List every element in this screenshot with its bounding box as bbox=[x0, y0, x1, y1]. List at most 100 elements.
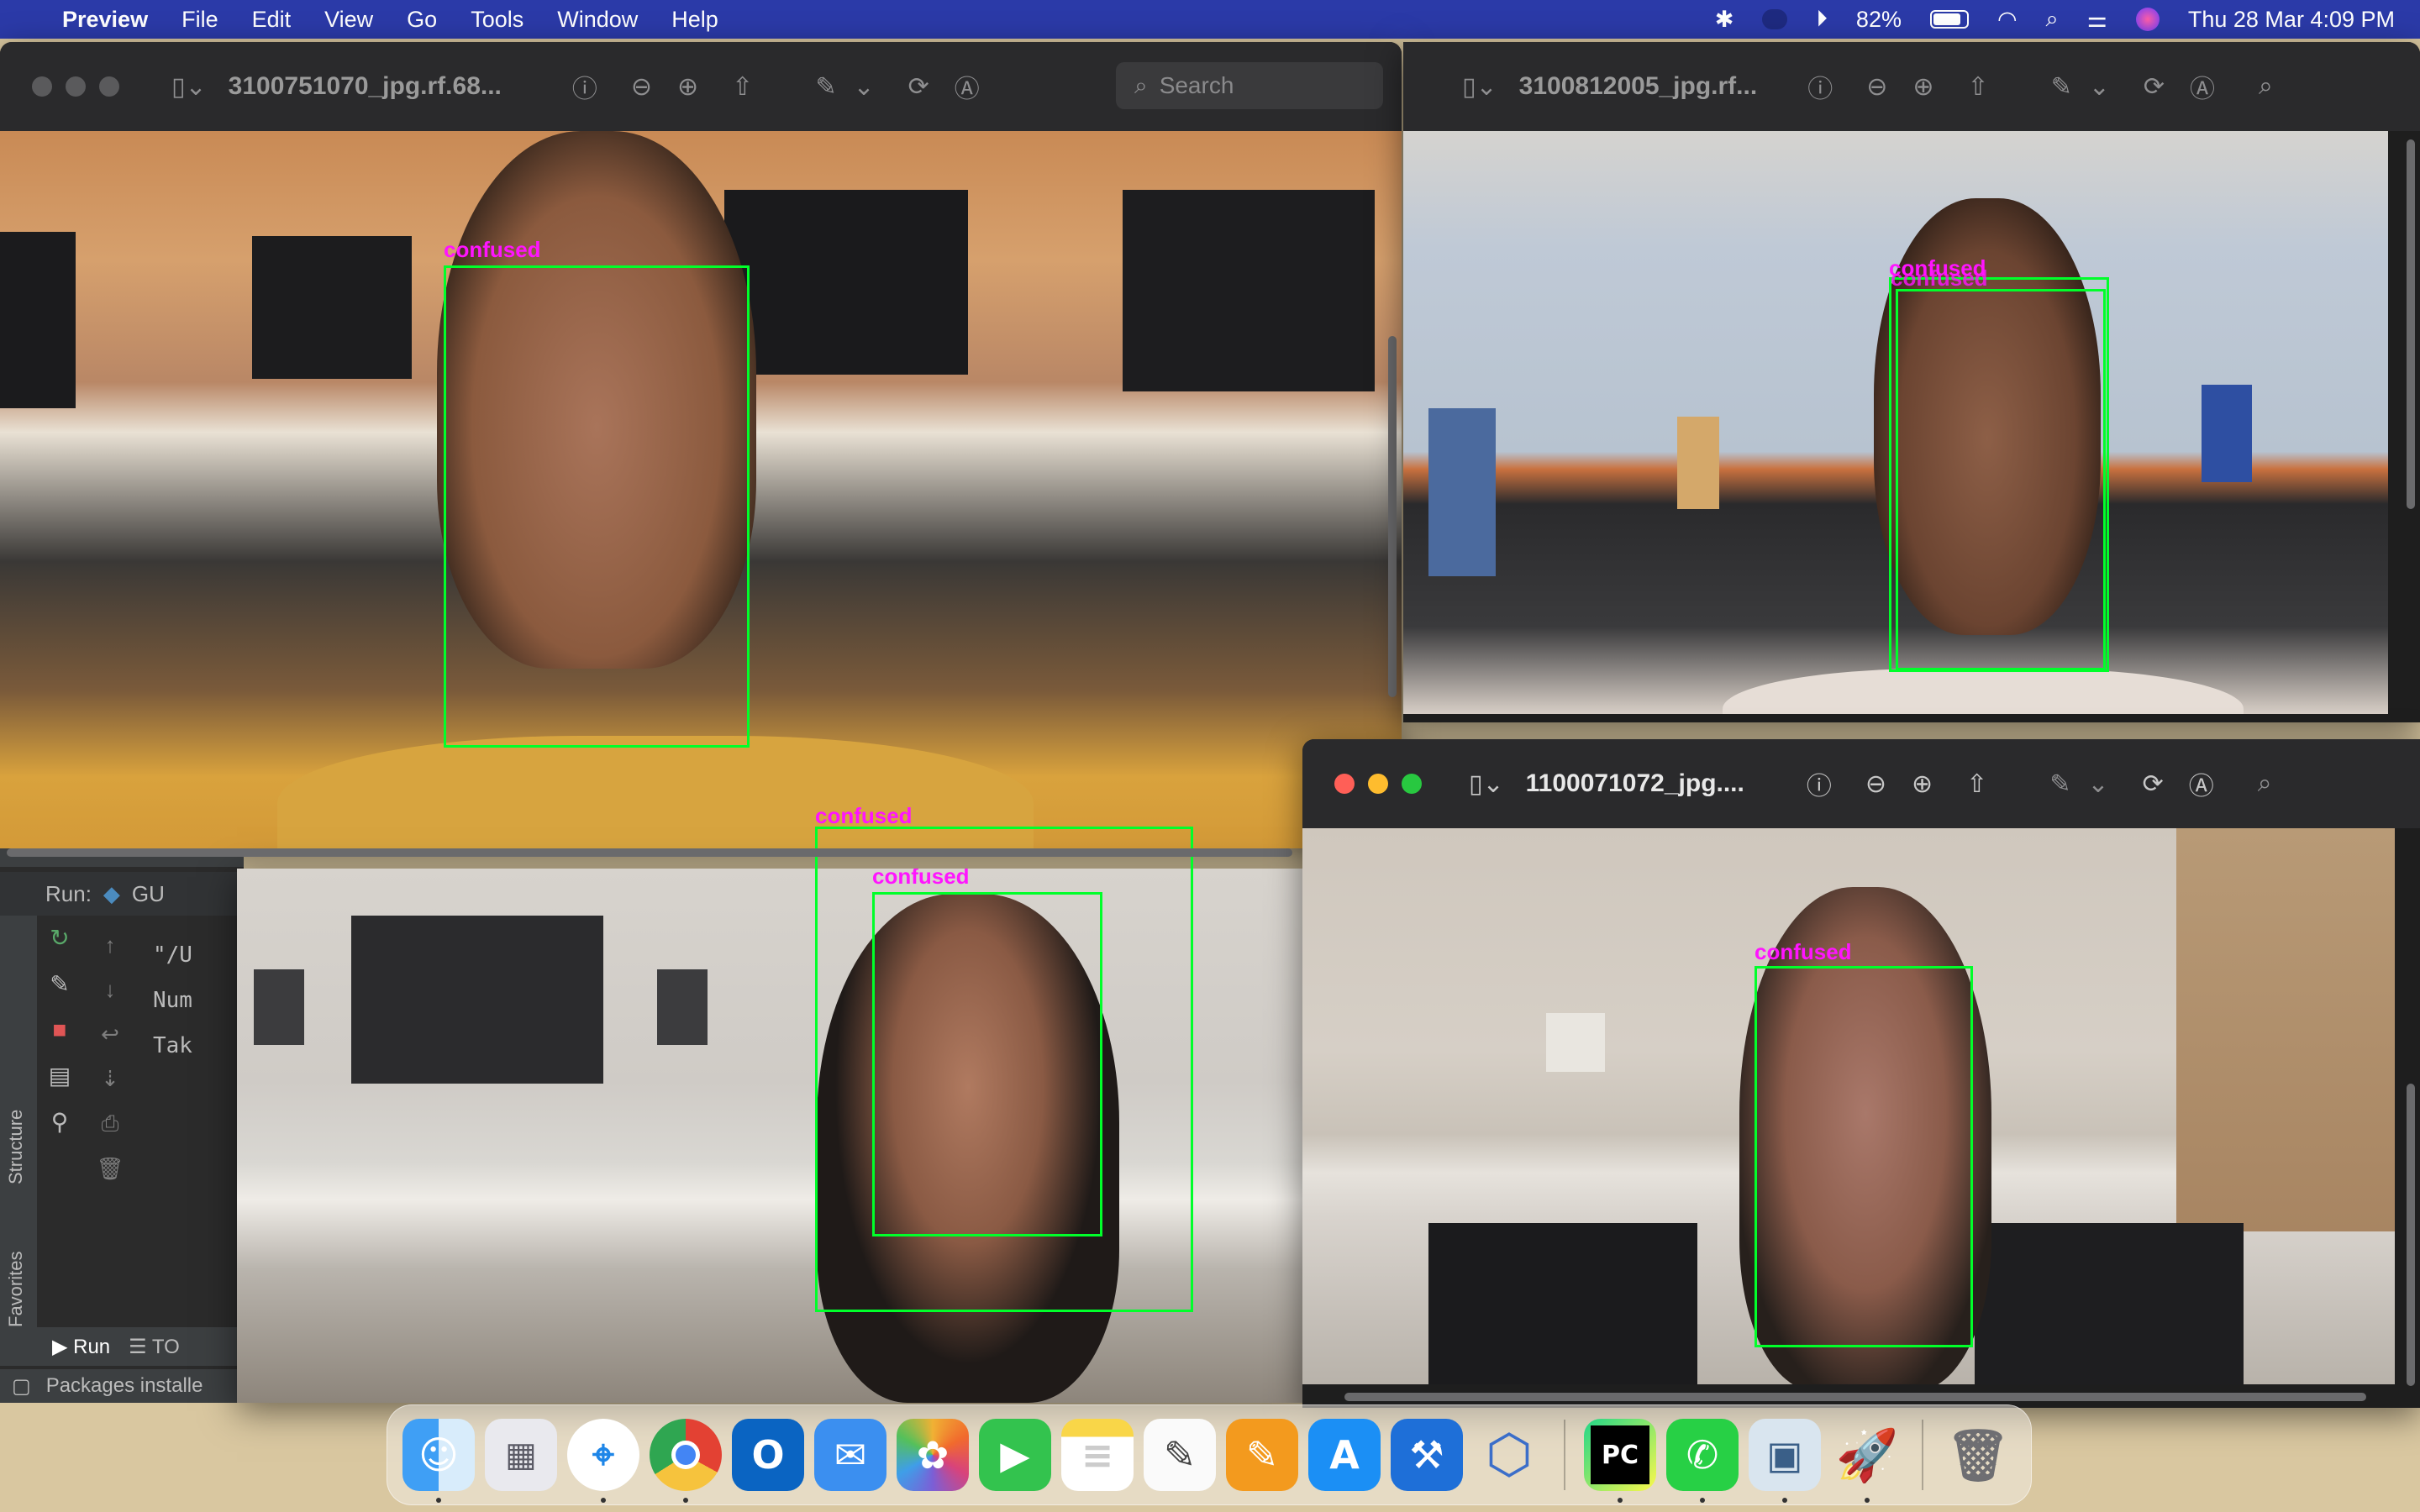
structure-tab[interactable]: Structure bbox=[5, 1067, 32, 1184]
menu-edit[interactable]: Edit bbox=[252, 7, 292, 33]
minimize-button[interactable] bbox=[1368, 774, 1388, 794]
battery-icon[interactable] bbox=[1929, 10, 1969, 29]
menu-tools[interactable]: Tools bbox=[471, 7, 523, 33]
menu-app-name[interactable]: Preview bbox=[62, 7, 148, 33]
scroll-up-icon[interactable]: ↑ bbox=[105, 932, 116, 958]
menu-file[interactable]: File bbox=[182, 7, 218, 33]
zoom-in-icon[interactable]: ⊕ bbox=[677, 72, 698, 102]
search-input[interactable]: ⌕ Search bbox=[1116, 62, 1383, 109]
wifi-icon[interactable]: ◠ bbox=[1997, 7, 2018, 33]
annotate-icon[interactable]: Ⓐ bbox=[2189, 765, 2214, 802]
poster-shape bbox=[1677, 417, 1719, 509]
safari-icon[interactable]: ⌖ bbox=[567, 1419, 639, 1503]
clock[interactable]: Thu 28 Mar 4:09 PM bbox=[2188, 7, 2395, 33]
sidebar-toggle-icon[interactable]: ▯⌄ bbox=[171, 72, 207, 102]
close-button[interactable] bbox=[1334, 774, 1355, 794]
pin-icon[interactable]: ⚲ bbox=[51, 1108, 69, 1136]
zoom-out-icon[interactable]: ⊖ bbox=[1865, 769, 1886, 799]
sidebar-toggle-icon[interactable]: ▯⌄ bbox=[1462, 72, 1497, 102]
trash-icon[interactable]: 🗑 bbox=[96, 1156, 124, 1182]
minimize-button[interactable] bbox=[66, 76, 86, 97]
zoom-in-icon[interactable]: ⊕ bbox=[1912, 72, 1933, 102]
search-icon[interactable]: ⌕ bbox=[2259, 72, 2273, 101]
horizontal-scrollbar[interactable] bbox=[7, 848, 1292, 857]
mail-icon[interactable]: ✉ bbox=[814, 1419, 886, 1491]
finder-icon[interactable]: ☺ bbox=[402, 1419, 475, 1503]
favorites-tab[interactable]: Favorites bbox=[5, 1218, 32, 1327]
info-icon[interactable]: ⓘ bbox=[1807, 68, 1833, 105]
markup-icon[interactable]: ✎ bbox=[2049, 769, 2070, 799]
zoom-out-icon[interactable]: ⊖ bbox=[631, 72, 652, 102]
outlook-icon[interactable]: O bbox=[732, 1419, 804, 1491]
textedit-icon[interactable]: ✎ bbox=[1144, 1419, 1216, 1491]
markup-chevron-icon[interactable]: ⌄ bbox=[2089, 72, 2110, 102]
todo-tool-tab[interactable]: ☰ TO bbox=[129, 1335, 180, 1359]
xcode-icon[interactable]: ⚒ bbox=[1391, 1419, 1463, 1491]
sidebar-toggle-icon[interactable]: ▯⌄ bbox=[1469, 769, 1504, 799]
vpn-icon[interactable] bbox=[1762, 9, 1788, 29]
appstore-icon[interactable]: A bbox=[1308, 1419, 1381, 1491]
menu-view[interactable]: View bbox=[324, 7, 373, 33]
zoom-out-icon[interactable]: ⊖ bbox=[1866, 72, 1887, 102]
spotlight-icon[interactable]: ⌕ bbox=[2046, 6, 2059, 33]
siri-icon[interactable] bbox=[2135, 8, 2160, 31]
info-icon[interactable]: ⓘ bbox=[572, 68, 597, 105]
search-icon[interactable]: ⌕ bbox=[2258, 769, 2272, 798]
facetime-icon[interactable]: ▶ bbox=[979, 1419, 1051, 1491]
pages-icon[interactable]: ✎ bbox=[1226, 1419, 1298, 1491]
trash-icon[interactable]: 🗑 bbox=[1942, 1419, 2014, 1491]
settings-wrench-icon[interactable]: ✎ bbox=[50, 970, 69, 998]
rotate-icon[interactable]: ⟳ bbox=[908, 72, 929, 102]
run-tool-tab[interactable]: ▶ Run bbox=[52, 1335, 110, 1359]
now-playing-icon[interactable]: ⏵ bbox=[1816, 6, 1828, 33]
launchpad-icon[interactable]: ▦ bbox=[485, 1419, 557, 1491]
scroll-to-end-icon[interactable]: ⇣ bbox=[101, 1066, 119, 1092]
pycharm-icon[interactable]: PC bbox=[1584, 1419, 1656, 1503]
close-button[interactable] bbox=[32, 76, 52, 97]
virtualbox-icon[interactable]: ⬡ bbox=[1473, 1419, 1545, 1491]
soft-wrap-icon[interactable]: ↩ bbox=[101, 1021, 119, 1047]
annotate-icon[interactable]: Ⓐ bbox=[2190, 68, 2215, 105]
bluetooth-icon[interactable]: ✱ bbox=[1715, 7, 1734, 33]
photos-icon[interactable]: ✿ bbox=[897, 1419, 969, 1491]
vertical-scrollbar[interactable] bbox=[1388, 336, 1397, 697]
rotate-icon[interactable]: ⟳ bbox=[2144, 72, 2165, 102]
rotate-icon[interactable]: ⟳ bbox=[2143, 769, 2164, 799]
menu-help[interactable]: Help bbox=[671, 7, 718, 33]
markup-icon[interactable]: ✎ bbox=[2051, 72, 2072, 102]
whatsapp-icon[interactable]: ✆ bbox=[1666, 1419, 1739, 1503]
notes-icon[interactable]: ≡ bbox=[1061, 1419, 1134, 1491]
layout-icon[interactable]: ▤ bbox=[49, 1062, 71, 1089]
dock: ☺ ▦ ⌖ O ✉ ✿ ▶ ≡ ✎ ✎ A ⚒ ⬡ PC ✆ ▣ 🚀 🗑 bbox=[387, 1404, 2032, 1505]
share-icon[interactable]: ⇧ bbox=[732, 72, 753, 102]
markup-chevron-icon[interactable]: ⌄ bbox=[853, 72, 874, 102]
zoom-button[interactable] bbox=[99, 76, 119, 97]
vertical-scrollbar[interactable] bbox=[2407, 1084, 2415, 1386]
preview-icon[interactable]: ▣ bbox=[1749, 1419, 1821, 1503]
share-icon[interactable]: ⇧ bbox=[1967, 72, 1988, 102]
markup-icon[interactable]: ✎ bbox=[815, 72, 836, 102]
toolbar: ▯⌄ 3100812005_jpg.rf... ⓘ ⊖ ⊕ ⇧ ✎ ⌄ ⟳ Ⓐ … bbox=[1403, 42, 2420, 131]
menu-bar: Preview File Edit View Go Tools Window H… bbox=[0, 0, 2420, 39]
rerun-icon[interactable]: ↻ bbox=[50, 924, 69, 952]
scroll-down-icon[interactable]: ↓ bbox=[105, 977, 116, 1003]
horizontal-scrollbar[interactable] bbox=[1344, 1393, 2366, 1401]
zoom-button[interactable] bbox=[1402, 774, 1422, 794]
console-line: Tak bbox=[153, 1033, 192, 1058]
menu-go[interactable]: Go bbox=[407, 7, 437, 33]
vertical-scrollbar[interactable] bbox=[2407, 139, 2415, 509]
info-icon[interactable]: ⓘ bbox=[1807, 765, 1832, 802]
run-config-tab[interactable]: GU bbox=[132, 881, 165, 907]
python-launcher-icon[interactable]: 🚀 bbox=[1831, 1419, 1903, 1503]
annotate-icon[interactable]: Ⓐ bbox=[955, 68, 980, 105]
markup-chevron-icon[interactable]: ⌄ bbox=[2087, 769, 2108, 799]
zoom-in-icon[interactable]: ⊕ bbox=[1912, 769, 1933, 799]
stop-icon[interactable]: ■ bbox=[53, 1016, 67, 1043]
print-icon[interactable]: ⎙ bbox=[102, 1110, 119, 1137]
chrome-icon[interactable] bbox=[650, 1419, 722, 1503]
traffic-lights bbox=[1334, 774, 1422, 794]
status-square-icon[interactable]: ▢ bbox=[12, 1374, 31, 1399]
share-icon[interactable]: ⇧ bbox=[1966, 769, 1987, 799]
menu-window[interactable]: Window bbox=[557, 7, 638, 33]
control-center-icon[interactable]: ⚌ bbox=[2087, 7, 2107, 33]
